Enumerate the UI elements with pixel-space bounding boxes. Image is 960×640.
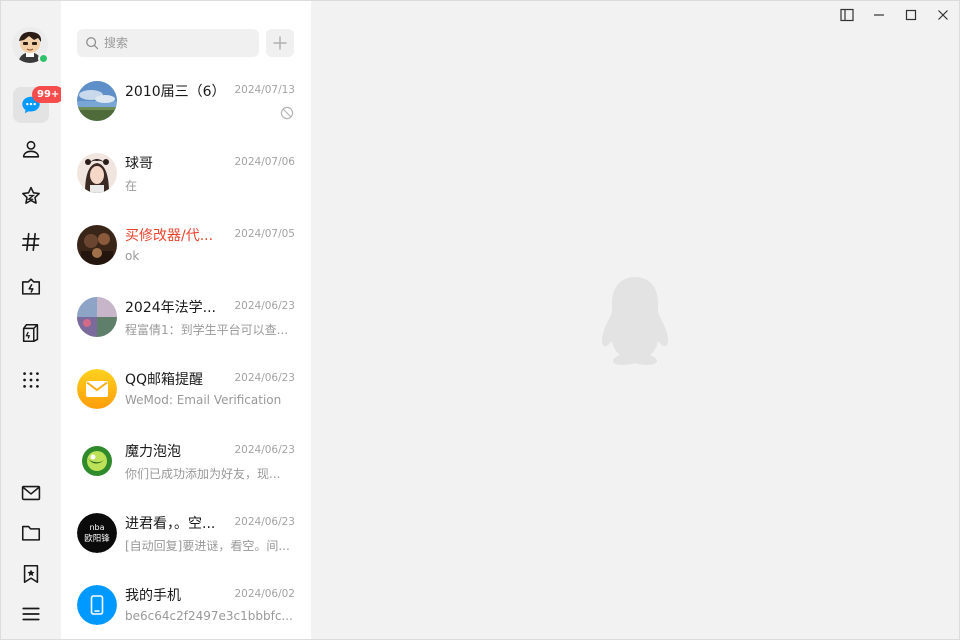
grid-dots-icon	[23, 372, 39, 388]
minimize-icon	[874, 14, 884, 16]
search-input[interactable]	[104, 36, 254, 50]
add-button[interactable]	[266, 29, 294, 57]
nav-rail: 99+	[1, 1, 65, 639]
conversation-preview: 在	[125, 179, 138, 193]
conversation-item[interactable]: 我的手机 2024/06/02 be6c64c2f2497e3c1bbbfc..…	[61, 577, 311, 640]
conversation-preview: 程富倩1：到学生平台可以查...	[125, 323, 289, 337]
mail-envelope-icon	[77, 369, 117, 409]
avatar-text-top: nba	[89, 523, 104, 532]
my-phone-avatar	[77, 585, 117, 625]
person-icon	[22, 140, 40, 158]
sidebar-toggle-icon	[840, 8, 854, 22]
conversation-time: 2024/06/23	[234, 444, 295, 456]
search-box[interactable]	[77, 29, 259, 57]
conversation-preview: ok	[125, 249, 140, 263]
conversation-name: 球哥	[125, 156, 153, 172]
qq-window: 99+ 搜索 2010届三（6） 2024/07/13 球哥 2024/07/0…	[0, 0, 960, 640]
nav-mail-button[interactable]	[13, 475, 49, 511]
qq-penguin-watermark-icon	[601, 277, 669, 365]
contact-avatar	[77, 441, 117, 481]
conversation-preview: [自动回复]要进谜，看空。间...	[125, 539, 290, 553]
maximize-button[interactable]	[895, 1, 927, 29]
window-controls	[831, 1, 959, 29]
hamburger-menu-icon	[22, 607, 40, 621]
collage-photo-icon	[77, 297, 117, 337]
close-button[interactable]	[927, 1, 959, 29]
contact-avatar	[77, 153, 117, 193]
nav-messages-button[interactable]: 99+	[13, 86, 65, 123]
game-card-icon	[21, 278, 41, 295]
sidebar-toggle-button[interactable]	[831, 1, 863, 29]
conversation-time: 2024/07/13	[234, 84, 295, 96]
search-icon	[86, 37, 99, 50]
nav-files-button[interactable]	[13, 515, 49, 551]
conversation-item[interactable]: 2024年法学... 2024/06/23 程富倩1：到学生平台可以查...	[61, 289, 311, 361]
nav-favorites-button[interactable]	[13, 556, 49, 592]
nav-contacts-button[interactable]	[13, 131, 49, 167]
group-avatar	[77, 81, 117, 121]
conversation-time: 2024/06/23	[234, 516, 295, 528]
nav-more-apps-button[interactable]	[13, 362, 49, 398]
online-status-dot	[38, 53, 49, 64]
conversation-name: 魔力泡泡	[125, 444, 181, 460]
conversation-time: 2024/06/23	[234, 300, 295, 312]
conversation-time: 2024/06/23	[234, 372, 295, 384]
contact-avatar	[77, 225, 117, 265]
nav-channel-button[interactable]	[13, 224, 49, 260]
bookmark-star-icon	[23, 564, 39, 584]
group-avatar	[77, 297, 117, 337]
qq-mail-avatar	[77, 369, 117, 409]
avatar-text-bottom: 欧阳锋	[84, 533, 110, 544]
dark-photo-icon	[77, 225, 117, 265]
star-icon	[22, 186, 40, 204]
minimize-button[interactable]	[863, 1, 895, 29]
mail-icon	[21, 485, 41, 501]
conversation-time: 2024/06/02	[234, 588, 295, 600]
conversation-preview: WeMod: Email Verification	[125, 393, 282, 407]
conversation-item[interactable]: nba 欧阳锋 进君看，。空... 2024/06/23 [自动回复]要进谜，看…	[61, 505, 311, 577]
chat-main-panel	[311, 1, 959, 639]
conversation-item[interactable]: QQ邮箱提醒 2024/06/23 WeMod: Email Verificat…	[61, 361, 311, 433]
conversation-item[interactable]: 魔力泡泡 2024/06/23 你们已成功添加为好友，现...	[61, 433, 311, 505]
conversation-preview: be6c64c2f2497e3c1bbbfc...	[125, 609, 293, 623]
hashtag-icon	[21, 232, 40, 252]
conversation-item[interactable]: 买修改器/代... 2024/07/05 ok	[61, 217, 311, 289]
conversation-name: 2010届三（6）	[125, 84, 226, 100]
landscape-photo-icon	[77, 81, 117, 121]
conversation-name: 2024年法学...	[125, 300, 216, 316]
bubble-logo-icon	[77, 441, 117, 481]
plus-icon	[273, 36, 287, 50]
conversation-preview: 你们已成功添加为好友，现...	[125, 467, 281, 481]
folder-icon	[21, 525, 41, 541]
conversation-name: 买修改器/代...	[125, 228, 214, 244]
contact-avatar: nba 欧阳锋	[77, 513, 117, 553]
portrait-photo-icon	[77, 153, 117, 193]
nav-game-button[interactable]	[13, 269, 49, 305]
conversation-name: 我的手机	[125, 588, 181, 604]
conversation-item[interactable]: 球哥 2024/07/06 在	[61, 145, 311, 217]
nav-mini-app-button[interactable]	[13, 315, 49, 351]
conversation-time: 2024/07/05	[234, 228, 295, 240]
nav-menu-button[interactable]	[13, 596, 49, 632]
unread-badge: 99+	[32, 86, 65, 103]
conversation-name: QQ邮箱提醒	[125, 372, 204, 388]
conversation-time: 2024/07/06	[234, 156, 295, 168]
text-logo-avatar: nba 欧阳锋	[77, 513, 117, 553]
close-icon	[938, 10, 948, 20]
phone-icon	[77, 585, 117, 625]
do-not-disturb-icon	[280, 106, 294, 120]
cube-box-icon	[22, 323, 39, 343]
maximize-icon	[905, 9, 917, 21]
conversation-item[interactable]: 2010届三（6） 2024/07/13	[61, 73, 311, 145]
conversation-name: 进君看，。空...	[125, 516, 216, 532]
conversation-list-panel: 2010届三（6） 2024/07/13 球哥 2024/	[61, 1, 311, 639]
my-avatar[interactable]	[12, 27, 49, 64]
nav-zone-button[interactable]	[13, 178, 49, 214]
